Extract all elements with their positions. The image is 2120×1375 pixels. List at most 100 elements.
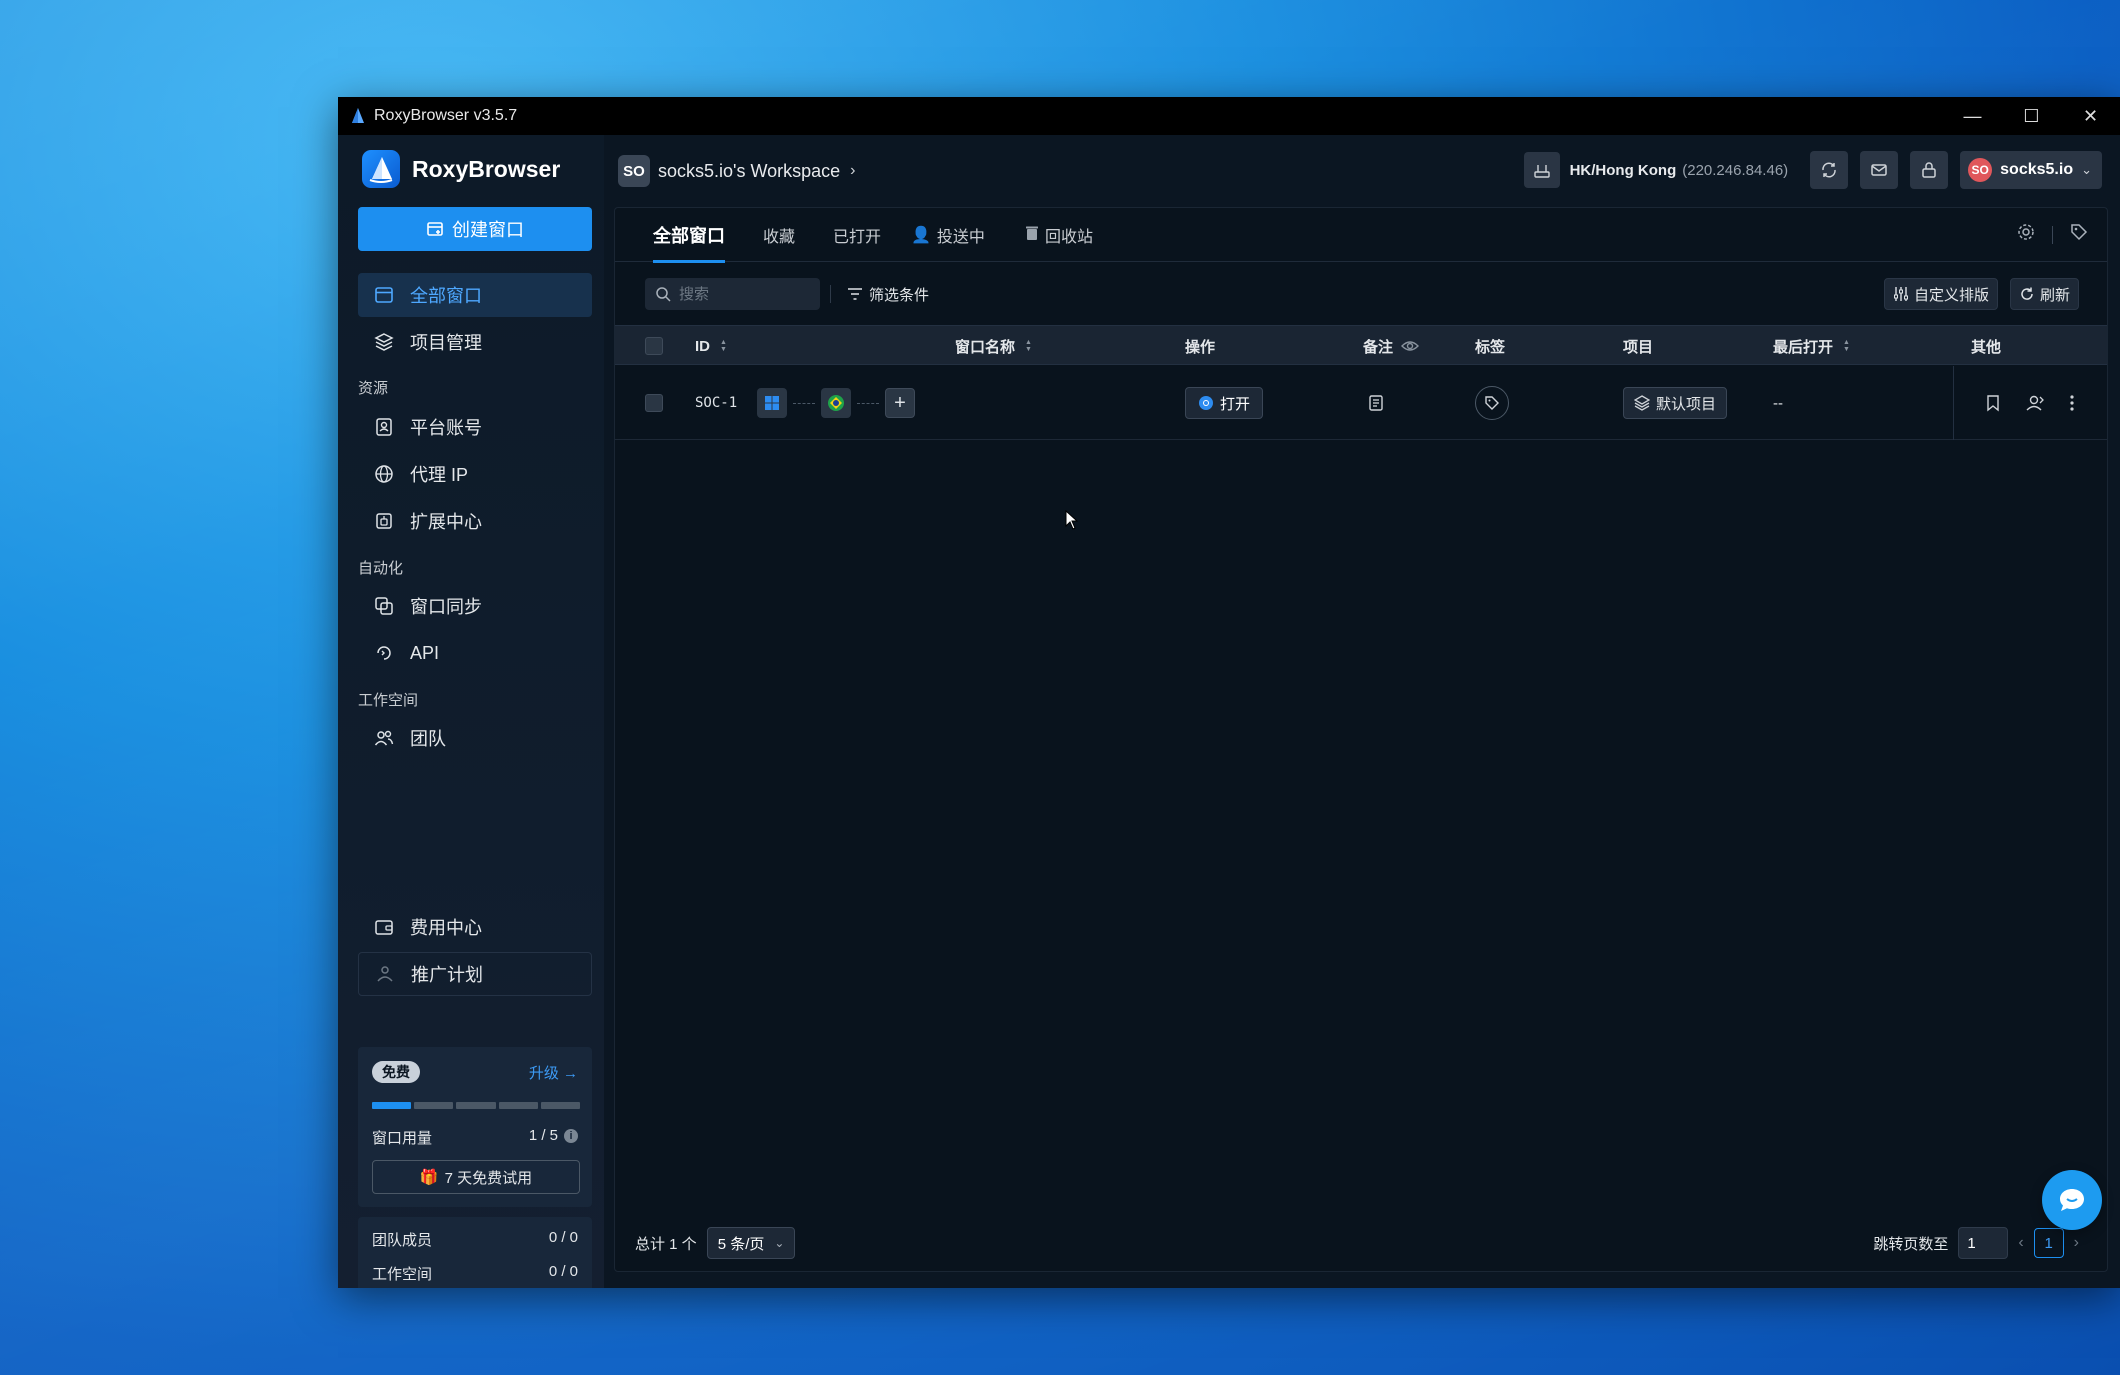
column-notes: 备注 — [1363, 326, 1420, 366]
column-label: 标签 — [1475, 338, 1506, 356]
sort-icon[interactable]: ▲ ▼ — [720, 339, 727, 353]
create-window-button[interactable]: 创建窗口 — [358, 207, 592, 251]
maximize-button[interactable]: ☐ — [2002, 97, 2061, 135]
chat-support-button[interactable] — [2042, 1170, 2102, 1230]
table-row[interactable]: SOC-1 + 打开 默认项目 -- — [615, 366, 2107, 440]
refresh-button[interactable]: 刷新 — [2009, 278, 2079, 310]
sidebar-item-team[interactable]: 团队 — [358, 716, 592, 760]
tab-bar: 全部窗口 收藏 已打开 👤 投送中 回收站 — [615, 208, 2107, 263]
filter-icon — [848, 288, 862, 300]
minimize-button[interactable]: — — [1943, 97, 2002, 135]
eye-icon[interactable] — [1401, 339, 1420, 353]
sidebar-item-label: 窗口同步 — [410, 597, 482, 617]
proxy-location: HK/Hong Kong — [1569, 161, 1677, 179]
column-other: 其他 — [1971, 326, 2001, 366]
sidebar-item-all-windows[interactable]: 全部窗口 — [358, 273, 592, 317]
search-input[interactable] — [679, 285, 809, 303]
workspace-breadcrumb[interactable]: SO socks5.io's Workspace › — [618, 155, 856, 187]
column-window-name[interactable]: 窗口名称 ▲ ▼ — [955, 326, 1032, 366]
tab-label: 投送中 — [936, 229, 985, 246]
team-usage-card: 团队成员 0 / 0 工作空间 0 / 0 — [358, 1217, 592, 1288]
more-vertical-icon[interactable] — [2069, 394, 2075, 412]
bookmark-icon[interactable] — [1985, 394, 2001, 412]
lock-button[interactable] — [1910, 151, 1949, 189]
tab-recycle-bin[interactable]: 回收站 — [1025, 208, 1093, 262]
user-transfer-icon: 👤 — [911, 227, 931, 244]
chevron-down-icon: ⌄ — [774, 1236, 785, 1250]
tab-all-windows[interactable]: 全部窗口 — [653, 208, 725, 263]
sync-window-icon — [372, 594, 396, 618]
custom-layout-button[interactable]: 自定义排版 — [1883, 278, 1998, 310]
tab-label: 收藏 — [763, 229, 796, 246]
add-icon[interactable]: + — [885, 388, 915, 418]
tab-favorites[interactable]: 收藏 — [763, 208, 795, 262]
user-name: socks5.io — [2000, 161, 2074, 178]
sort-icon[interactable]: ▲ ▼ — [1843, 339, 1850, 353]
settings-gear-icon[interactable] — [2016, 222, 2036, 247]
avatar: SO — [1968, 158, 1993, 182]
page-size-select[interactable]: 5 条/页 ⌄ — [706, 1227, 796, 1259]
open-button[interactable]: 打开 — [1185, 387, 1264, 419]
prev-page-icon[interactable]: ‹ — [2018, 1234, 2023, 1252]
usage-label: 窗口用量 — [372, 1130, 433, 1147]
tag-icon[interactable] — [1475, 386, 1509, 420]
refresh-label: 刷新 — [2039, 286, 2070, 304]
sort-icon[interactable]: ▲ ▼ — [1025, 339, 1032, 353]
usage-value-text: 1 / 5 — [528, 1127, 558, 1144]
layers-icon — [372, 330, 396, 354]
sidebar-item-window-sync[interactable]: 窗口同步 — [358, 584, 592, 628]
divider — [857, 402, 879, 404]
sidebar-item-extensions[interactable]: 扩展中心 — [358, 499, 592, 543]
row-checkbox[interactable] — [645, 366, 663, 440]
filter-button[interactable]: 筛选条件 — [847, 278, 929, 310]
upgrade-link[interactable]: 升级 → — [529, 1062, 578, 1083]
select-all-checkbox[interactable] — [645, 326, 663, 366]
create-window-label: 创建窗口 — [452, 220, 524, 240]
row-tags — [1475, 366, 1509, 440]
tab-transferring[interactable]: 👤 投送中 — [911, 208, 985, 262]
row-last-opened: -- — [1773, 366, 1783, 440]
globe-icon — [372, 462, 396, 486]
close-button[interactable]: ✕ — [2061, 97, 2120, 135]
tag-manage-icon[interactable] — [2069, 222, 2089, 247]
proxy-indicator[interactable]: HK/Hong Kong (220.246.84.46) — [1523, 150, 1799, 190]
sidebar-item-label: 代理 IP — [410, 465, 469, 485]
wallet-icon — [372, 915, 396, 939]
row-notes[interactable] — [1367, 366, 1385, 440]
user-transfer-icon[interactable] — [2025, 394, 2045, 412]
project-badge[interactable]: 默认项目 — [1623, 387, 1728, 419]
free-trial-button[interactable]: 🎁 7 天免费试用 — [372, 1160, 580, 1194]
sidebar-item-api[interactable]: API — [358, 631, 592, 675]
sidebar-item-projects[interactable]: 项目管理 — [358, 320, 592, 364]
column-last-opened[interactable]: 最后打开 ▲ ▼ — [1773, 326, 1850, 366]
windows-icon — [757, 388, 787, 418]
promotion-icon — [373, 962, 397, 986]
sync-button[interactable] — [1810, 151, 1849, 189]
note-icon — [1369, 395, 1383, 411]
open-label: 打开 — [1220, 395, 1251, 413]
jump-page-input[interactable]: 1 — [1958, 1227, 2009, 1259]
sidebar-item-platform-accounts[interactable]: 平台账号 — [358, 405, 592, 449]
divider — [1953, 366, 1954, 440]
brand-logo-icon — [362, 150, 400, 188]
tab-opened[interactable]: 已打开 — [833, 208, 881, 262]
messages-button[interactable] — [1860, 151, 1899, 189]
sidebar-item-proxy-ip[interactable]: 代理 IP — [358, 452, 592, 496]
last-opened-value: -- — [1773, 394, 1783, 412]
next-page-icon[interactable]: › — [2074, 1234, 2079, 1252]
api-icon — [372, 641, 396, 665]
sidebar-item-billing[interactable]: 费用中心 — [358, 905, 592, 949]
total-label: 总计 1 个 — [635, 1235, 697, 1253]
team-icon — [372, 726, 396, 750]
sidebar-item-label: 团队 — [410, 729, 446, 749]
total-count: 总计 1 个 5 条/页 ⌄ — [635, 1227, 796, 1259]
sidebar-item-promotion[interactable]: 推广计划 — [358, 952, 592, 996]
brand[interactable]: RoxyBrowser — [362, 147, 560, 191]
column-id[interactable]: ID ▲ ▼ — [695, 326, 727, 366]
info-icon[interactable]: i — [564, 1128, 578, 1143]
user-menu[interactable]: SO socks5.io ⌄ — [1960, 151, 2102, 189]
section-resources: 资源 — [358, 380, 389, 397]
plan-card: 免费 升级 → 窗口用量 1 / 5 i 🎁 7 天免费试用 — [358, 1047, 592, 1207]
page-number[interactable]: 1 — [2033, 1228, 2064, 1258]
mail-icon — [1871, 164, 1887, 176]
